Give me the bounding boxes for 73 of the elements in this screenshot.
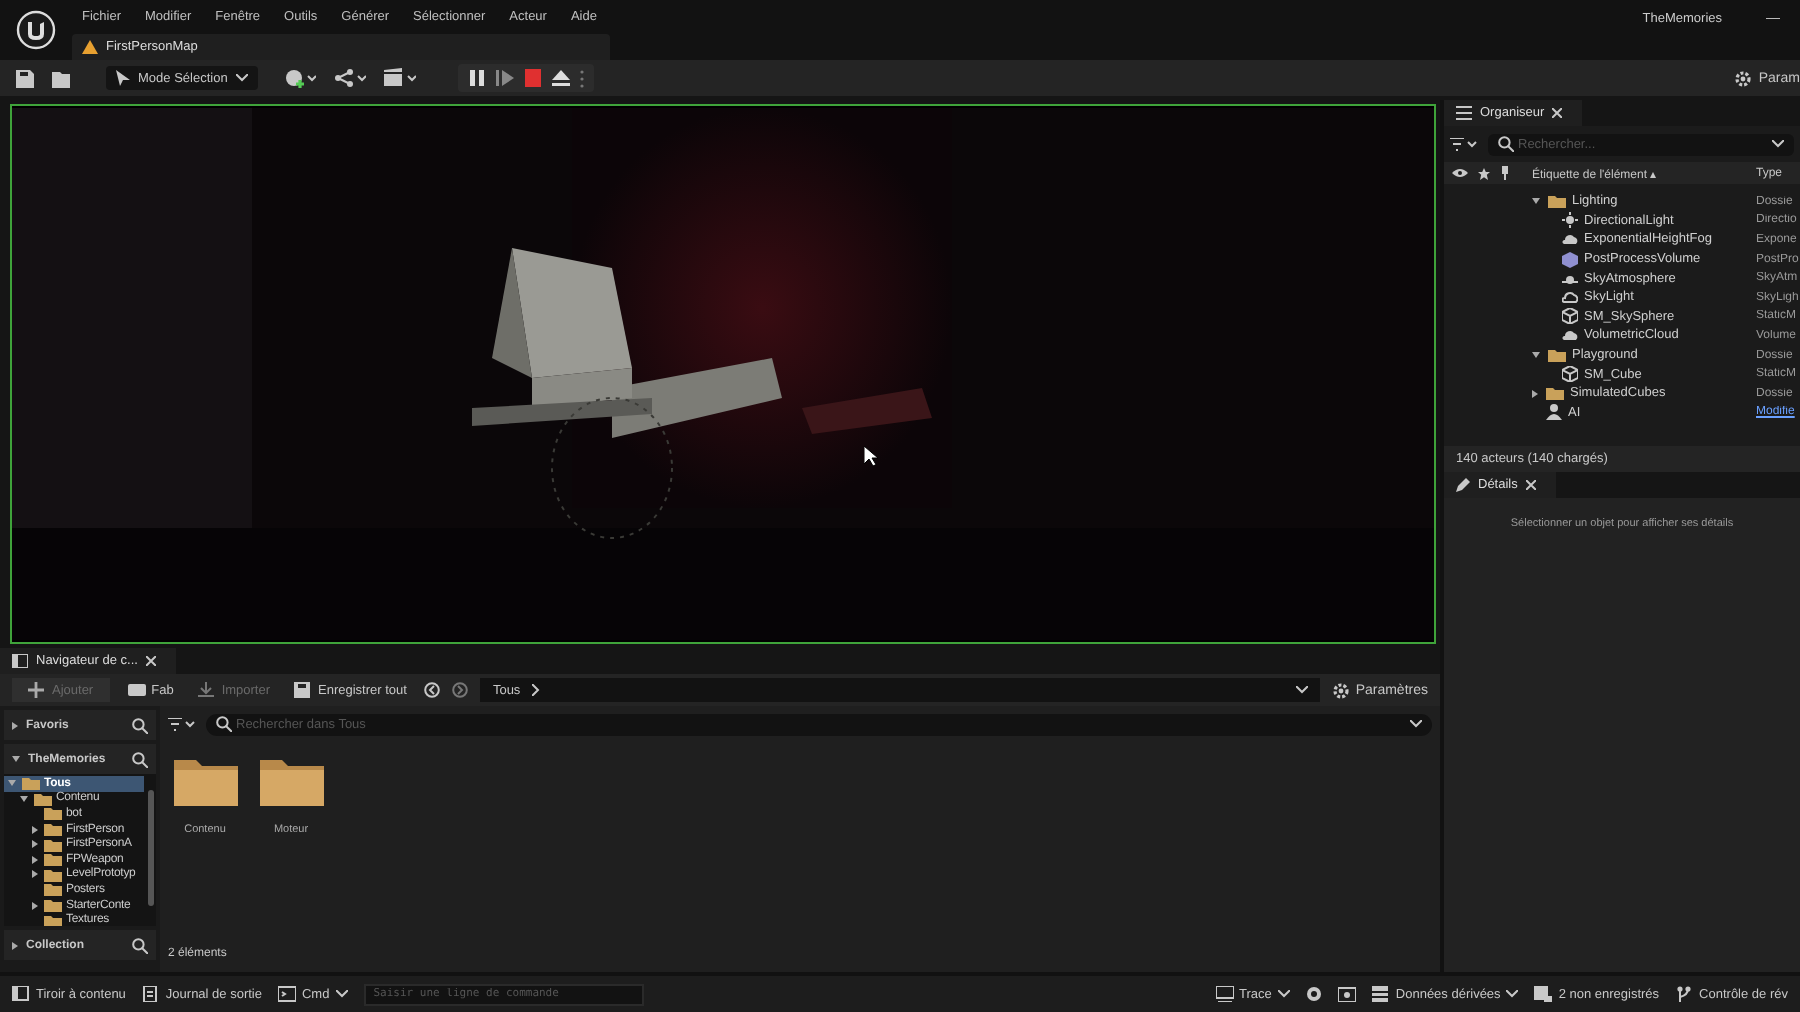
branch-icon (1675, 986, 1694, 1002)
plus-icon (28, 682, 46, 698)
folder-icon[interactable] (259, 756, 323, 806)
folder-icon[interactable] (52, 69, 72, 87)
dropdown-icon[interactable] (1295, 686, 1308, 694)
logo-icon[interactable] (16, 10, 56, 50)
add-actor-icon[interactable] (283, 68, 316, 88)
terminal-icon (277, 986, 296, 1002)
folder-icon (1546, 386, 1564, 401)
cube-icon (1562, 308, 1578, 325)
close-icon[interactable] (1525, 480, 1536, 490)
cloud-icon (1562, 231, 1578, 248)
caret-icon[interactable] (1532, 389, 1538, 398)
caret-icon[interactable] (1532, 352, 1540, 359)
sun-icon (1562, 270, 1578, 287)
chevron-icon[interactable] (1772, 140, 1784, 148)
record-icon[interactable] (1305, 986, 1322, 1002)
caret-icon[interactable] (32, 855, 38, 864)
eject-button[interactable] (551, 68, 570, 88)
caret-icon[interactable] (32, 870, 38, 879)
chevron-icon (1277, 990, 1290, 998)
chevron-icon[interactable] (1410, 720, 1422, 728)
cursor-icon (116, 70, 130, 86)
close-icon[interactable] (145, 656, 156, 666)
filter-icon[interactable] (168, 717, 196, 731)
chevron-icon (532, 684, 541, 696)
search-icon[interactable] (132, 717, 148, 733)
cube-icon (1562, 251, 1578, 268)
cloud-icon (1562, 289, 1578, 306)
caret-icon[interactable] (12, 721, 18, 729)
folder-icon (1548, 194, 1566, 209)
eye-icon (1452, 168, 1468, 178)
caret-icon[interactable] (32, 901, 38, 910)
cube-icon (1562, 366, 1578, 383)
gear-icon (1331, 681, 1350, 699)
chevron-icon (335, 990, 348, 998)
pin-icon (1500, 166, 1510, 180)
caret-icon[interactable] (32, 825, 38, 834)
cursor-icon (864, 446, 878, 466)
history-forward-icon[interactable] (452, 682, 469, 698)
list-icon (1456, 106, 1472, 120)
folder-icon[interactable] (173, 756, 237, 806)
stop-button[interactable] (523, 68, 542, 88)
gear-icon (1734, 69, 1753, 87)
trace-icon (1215, 986, 1234, 1002)
camera-icon[interactable] (1337, 986, 1356, 1002)
import-icon (197, 682, 216, 698)
caret-icon[interactable] (12, 941, 18, 949)
caret-icon[interactable] (32, 840, 38, 849)
step-button[interactable] (495, 68, 514, 88)
table-icon (1371, 986, 1390, 1002)
pencil-icon (1456, 478, 1470, 492)
log-icon (141, 986, 160, 1002)
search-icon[interactable] (132, 937, 148, 953)
warning-icon (82, 40, 98, 54)
caret-icon[interactable] (20, 795, 28, 802)
pause-button[interactable] (467, 68, 486, 88)
star-icon (1478, 167, 1490, 179)
search-icon[interactable] (132, 751, 148, 767)
sun-icon (1562, 212, 1578, 229)
cloud-icon (1562, 327, 1578, 344)
browser-icon (12, 654, 28, 668)
history-back-icon[interactable] (424, 682, 441, 698)
close-icon[interactable] (1552, 108, 1563, 118)
caret-icon[interactable] (12, 756, 20, 762)
chevron-icon (235, 74, 248, 82)
person-icon (1546, 404, 1562, 421)
caret-icon[interactable] (1532, 198, 1540, 205)
drawer-icon (12, 986, 30, 1002)
chevron-icon (1506, 990, 1519, 998)
folder-icon (1548, 348, 1566, 363)
filter-icon[interactable] (1450, 137, 1478, 151)
clapper-icon[interactable] (383, 68, 416, 88)
